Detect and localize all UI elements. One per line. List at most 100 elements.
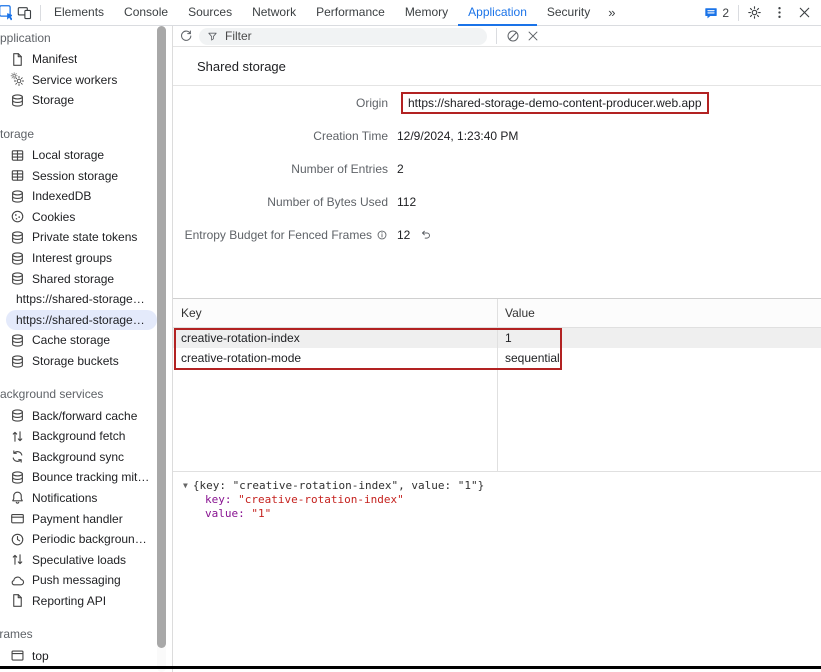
service-workers-icon [10,72,25,87]
tab-application[interactable]: Application [458,0,537,26]
section-title-frames: Frames [0,624,172,645]
up-down-arrows-icon [10,429,25,444]
bell-icon [10,490,25,505]
sidebar-item-storage[interactable]: Storage [0,90,172,111]
cell-key: creative-rotation-mode [173,351,497,365]
gear-icon [747,5,762,20]
tab-memory[interactable]: Memory [395,0,458,26]
cloud-icon [10,573,25,588]
sidebar-item-storage-buckets[interactable]: Storage buckets [0,351,172,372]
sidebar-item-periodic-background-sync[interactable]: Periodic backgroun… [0,529,172,550]
sidebar-item-indexeddb[interactable]: IndexedDB [0,186,172,207]
sidebar-item-notifications[interactable]: Notifications [0,488,172,509]
database-icon [10,271,25,286]
column-header-key[interactable]: Key [173,306,497,320]
filter-box[interactable] [199,28,487,45]
sidebar-item-top-frame[interactable]: top [0,645,172,666]
tab-network[interactable]: Network [242,0,306,26]
table-icon [10,168,25,183]
table-row[interactable]: creative-rotation-mode sequential [173,348,821,368]
sidebar-section-background-services: Background services Back/forward cache B… [0,384,172,611]
metadata-row-bytes-used: Number of Bytes Used 112 [173,185,821,218]
table-icon [10,148,25,163]
sidebar-item-bounce-tracking[interactable]: Bounce tracking miti… [0,467,172,488]
sidebar-item-cookies[interactable]: Cookies [0,207,172,228]
card-icon [10,511,25,526]
file-icon [10,52,25,67]
cell-key: creative-rotation-index [173,331,497,345]
clear-all-button[interactable] [506,29,520,43]
customize-menu-button[interactable] [767,0,792,26]
creation-time-label: Creation Time [313,129,388,143]
sidebar-item-private-state-tokens[interactable]: Private state tokens [0,227,172,248]
more-tabs-button[interactable]: » [600,5,623,20]
reset-undo-icon[interactable] [419,228,432,241]
sidebar-section-frames: Frames top [0,624,172,666]
tab-console[interactable]: Console [114,0,178,26]
tab-security[interactable]: Security [537,0,600,26]
toggle-device-toolbar-button[interactable] [12,0,37,26]
devtools-tabbar: Elements Console Sources Network Perform… [0,0,821,26]
info-icon[interactable] [376,229,388,241]
cell-value: sequential [497,348,821,368]
metadata-row-entropy-budget: Entropy Budget for Fenced Frames 12 [173,218,821,251]
sidebar-item-background-fetch[interactable]: Background fetch [0,426,172,447]
inspect-element-button[interactable] [0,0,12,26]
shared-storage-data-grid: Key Value creative-rotation-index 1 crea… [173,298,821,472]
section-title-application: Application [0,28,172,49]
clock-icon [10,532,25,547]
tab-performance[interactable]: Performance [306,0,395,26]
object-preview-line: ▼ {key: "creative-rotation-index", value… [183,479,821,493]
origin-label: Origin [356,96,388,110]
grid-header-row: Key Value [173,299,821,328]
close-devtools-button[interactable] [792,0,817,26]
database-icon [10,230,25,245]
sidebar-item-service-workers[interactable]: Service workers [0,70,172,91]
tab-elements[interactable]: Elements [44,0,114,26]
file-icon [10,593,25,608]
filter-funnel-icon [207,31,218,42]
entropy-budget-value: 12 [397,228,410,242]
section-title-background-services: Background services [0,384,172,405]
table-row[interactable]: creative-rotation-index 1 [173,328,821,348]
window-bottom-edge [0,666,821,669]
shared-storage-panel: Shared storage Origin https://shared-sto… [173,26,821,672]
entry-preview-pane: ▼ {key: "creative-rotation-index", value… [173,472,821,521]
sidebar-item-session-storage[interactable]: Session storage [0,165,172,186]
database-icon [10,189,25,204]
tabbar-right-controls: 2 [698,0,817,26]
application-sidebar: Application Manifest Service workers Sto… [0,26,173,672]
origin-annotation-box: https://shared-storage-demo-content-prod… [401,92,709,114]
issues-counter[interactable]: 2 [698,6,735,20]
database-icon [10,333,25,348]
database-icon [10,470,25,485]
sidebar-item-speculative-loads[interactable]: Speculative loads [0,549,172,570]
grid-empty-area [173,368,821,472]
column-header-value[interactable]: Value [497,299,821,327]
sidebar-scrollbar-thumb[interactable] [157,26,166,648]
sidebar-item-local-storage[interactable]: Local storage [0,145,172,166]
metadata-row-creation-time: Creation Time 12/9/2024, 1:23:40 PM [173,119,821,152]
refresh-icon [179,29,193,43]
tab-sources[interactable]: Sources [178,0,242,26]
sidebar-item-interest-groups[interactable]: Interest groups [0,248,172,269]
sidebar-item-manifest[interactable]: Manifest [0,49,172,70]
sidebar-item-push-messaging[interactable]: Push messaging [0,570,172,591]
sidebar-item-cache-storage[interactable]: Cache storage [0,330,172,351]
sidebar-item-shared-storage[interactable]: Shared storage [0,268,172,289]
sidebar-item-background-sync[interactable]: Background sync [0,447,172,468]
sidebar-item-reporting-api[interactable]: Reporting API [0,591,172,612]
delete-selected-button[interactable] [526,29,540,43]
sidebar-item-payment-handler[interactable]: Payment handler [0,508,172,529]
refresh-button[interactable] [179,29,193,43]
filter-input[interactable] [223,28,479,44]
settings-button[interactable] [742,0,767,26]
cookie-icon [10,209,25,224]
entropy-budget-label: Entropy Budget for Fenced Frames [185,228,372,242]
sidebar-item-back-forward-cache[interactable]: Back/forward cache [0,405,172,426]
up-down-arrows-icon [10,552,25,567]
sidebar-item-shared-storage-origin-1[interactable]: https://shared-storage… [0,289,172,310]
sidebar-item-shared-storage-origin-2-selected[interactable]: https://shared-storage… [6,310,157,331]
disclosure-triangle-icon[interactable]: ▼ [183,479,188,493]
issues-count: 2 [722,6,729,20]
